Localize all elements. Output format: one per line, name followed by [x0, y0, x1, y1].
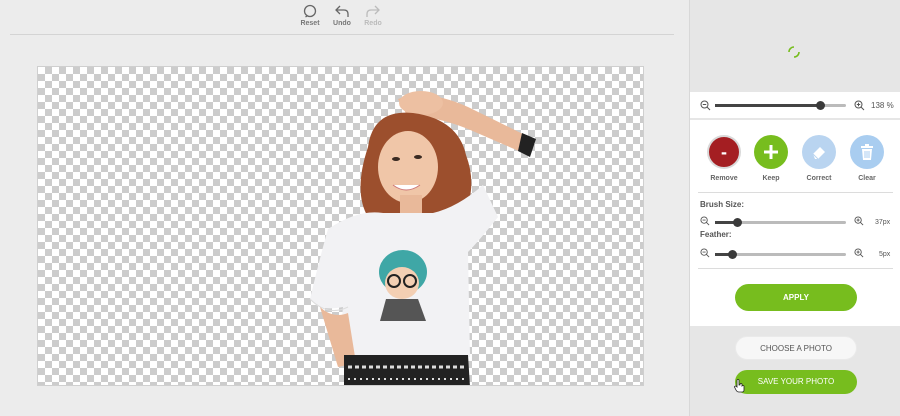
- brush-decrease-icon[interactable]: [700, 216, 710, 226]
- brush-size-value: 37px: [875, 219, 891, 226]
- brush-size-slider[interactable]: [715, 218, 846, 227]
- feather-value: 5px: [879, 251, 891, 258]
- divider: [698, 192, 893, 193]
- undo-button[interactable]: Undo: [325, 4, 359, 27]
- feather-slider[interactable]: [715, 250, 846, 259]
- keep-label: Keep: [762, 175, 780, 182]
- apply-button[interactable]: APPLY: [735, 284, 857, 311]
- zoom-in-icon[interactable]: [854, 100, 865, 111]
- toolbar: Reset Undo Redo: [0, 0, 690, 34]
- feather-label: Feather:: [700, 230, 732, 239]
- undo-icon: [335, 5, 349, 17]
- redo-button[interactable]: Redo: [356, 4, 390, 27]
- reset-icon: [303, 4, 317, 18]
- brush-size-label: Brush Size:: [700, 200, 745, 209]
- brush-increase-icon[interactable]: [854, 216, 864, 226]
- photo-actions: CHOOSE A PHOTO SAVE YOUR PHOTO: [690, 326, 900, 416]
- correct-label: Correct: [806, 175, 832, 182]
- hand-cursor-icon: [734, 379, 745, 393]
- zoom-control: 138 %: [690, 92, 900, 118]
- zoom-out-icon[interactable]: [700, 100, 711, 111]
- remove-button[interactable]: - Remove: [702, 135, 746, 182]
- zoom-level-text: 138 %: [871, 101, 894, 110]
- feather-decrease-icon[interactable]: [700, 248, 710, 258]
- keep-button[interactable]: Keep: [749, 135, 793, 182]
- undo-label: Undo: [333, 20, 351, 27]
- zoom-slider[interactable]: [715, 101, 846, 110]
- editor-main: Reset Undo Redo: [0, 0, 690, 416]
- choose-photo-button[interactable]: CHOOSE A PHOTO: [735, 336, 857, 360]
- save-photo-button[interactable]: SAVE YOUR PHOTO: [735, 370, 857, 394]
- reset-label: Reset: [300, 20, 320, 27]
- plus-icon: [764, 145, 778, 159]
- correct-button[interactable]: Correct: [797, 135, 841, 182]
- trash-icon: [861, 144, 873, 160]
- feather-increase-icon[interactable]: [854, 248, 864, 258]
- clear-button[interactable]: Clear: [845, 135, 889, 182]
- toolbar-divider: [10, 34, 674, 35]
- image-canvas[interactable]: [37, 66, 644, 386]
- brush-size-handle[interactable]: [733, 218, 743, 227]
- reset-button[interactable]: Reset: [293, 4, 327, 27]
- redo-icon: [366, 5, 380, 17]
- eraser-icon: [812, 147, 825, 160]
- redo-label: Redo: [364, 20, 382, 27]
- loading-spinner-icon: [788, 46, 800, 58]
- zoom-slider-handle[interactable]: [815, 101, 825, 110]
- clear-label: Clear: [858, 175, 876, 182]
- divider: [698, 268, 893, 269]
- sidebar: 138 % - Remove Keep Correct Clear Brush …: [689, 0, 900, 416]
- tools-panel: - Remove Keep Correct Clear Brush Size: …: [690, 120, 900, 326]
- feather-handle[interactable]: [728, 250, 738, 259]
- cutout-photo: [309, 91, 536, 385]
- minus-icon: -: [721, 142, 727, 162]
- remove-label: Remove: [710, 175, 738, 182]
